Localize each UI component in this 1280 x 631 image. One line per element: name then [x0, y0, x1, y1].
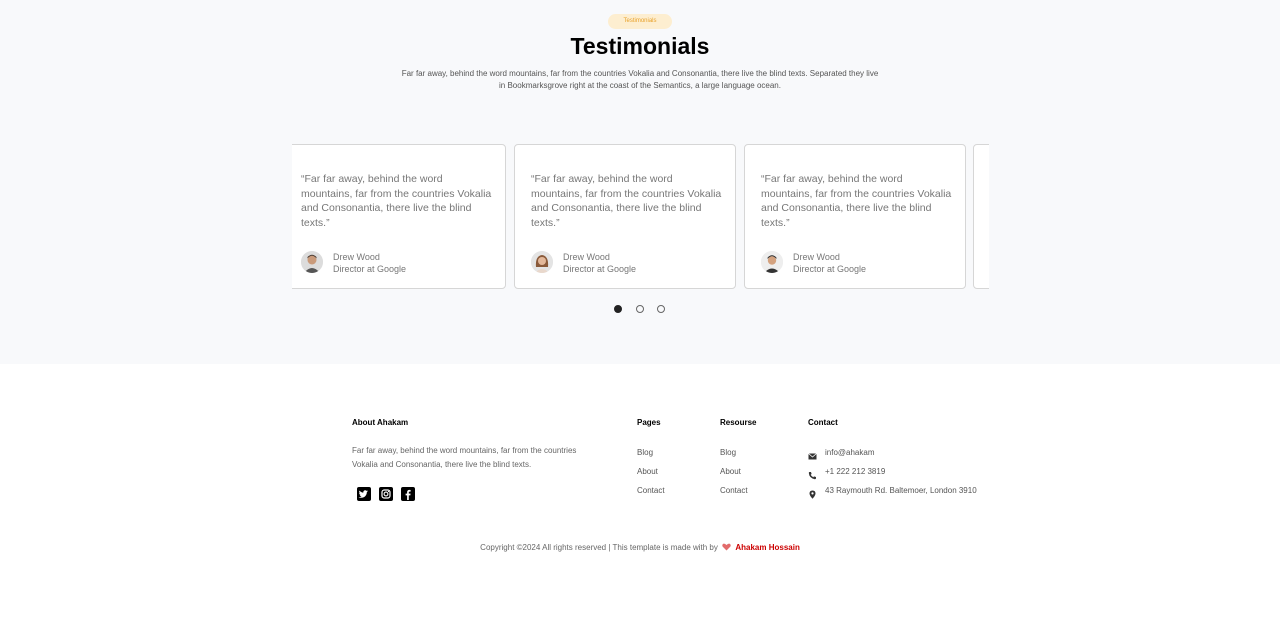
pages-link-blog[interactable]: Blog [637, 448, 653, 457]
resources-link-blog[interactable]: Blog [720, 448, 736, 457]
resources-heading: Resourse [720, 418, 757, 427]
testimonials-section: Testimonials Testimonials Far far away, … [0, 0, 1280, 364]
pages-link-about[interactable]: About [637, 467, 658, 476]
pagination-dot-1[interactable] [614, 305, 622, 313]
contact-phone[interactable]: +1 222 212 3819 [825, 467, 885, 476]
twitter-icon[interactable] [357, 487, 371, 501]
phone-icon [808, 467, 817, 480]
map-marker-icon [808, 486, 817, 499]
about-heading: About Ahakam [352, 418, 409, 427]
facebook-icon[interactable] [401, 487, 415, 501]
author-name: Drew Wood [793, 252, 840, 262]
pages-link-contact[interactable]: Contact [637, 486, 665, 495]
author-name: Drew Wood [563, 252, 610, 262]
section-title: Testimonials [570, 33, 710, 59]
copyright-text: Copyright ©2024 All rights reserved | Th… [480, 543, 718, 552]
testimonial-carousel[interactable]: “Far far away, behind the word mountains… [292, 144, 989, 292]
resources-link-about[interactable]: About [720, 467, 741, 476]
testimonial-quote: “Far far away, behind the word mountains… [761, 173, 952, 229]
author-link[interactable]: Ahakam Hossain [735, 543, 799, 552]
heart-icon [722, 543, 731, 553]
author-role: Director at Google [333, 264, 407, 274]
author-avatar [761, 251, 783, 273]
author-role: Director at Google [563, 264, 637, 274]
testimonial-card: “Far far away, behind the word mountains… [744, 144, 966, 289]
instagram-icon[interactable] [379, 487, 393, 501]
author-name: Drew Wood [333, 252, 380, 262]
resources-link-contact[interactable]: Contact [720, 486, 748, 495]
contact-email[interactable]: info@ahakam [825, 448, 874, 457]
testimonial-card: “Far far away, behind the word mountains… [514, 144, 736, 289]
testimonial-quote: “Far far away, behind the word mountains… [301, 173, 492, 229]
contact-heading: Contact [808, 418, 838, 427]
contact-address: 43 Raymouth Rd. Baltemoer, London 3910 [825, 486, 977, 495]
author-role: Director at Google [793, 264, 867, 274]
section-description: Far far away, behind the word mountains,… [401, 69, 879, 90]
testimonial-quote: “Far far away, behind the word mountains… [531, 173, 722, 229]
testimonial-card: “Far far away, behind the word mountains… [292, 144, 506, 289]
copyright: Copyright ©2024 All rights reserved | Th… [0, 543, 1280, 553]
pages-heading: Pages [637, 418, 661, 427]
testimonial-card [973, 144, 989, 289]
section-badge: Testimonials [608, 14, 672, 29]
pagination-dot-3[interactable] [657, 305, 665, 313]
about-text: Far far away, behind the word mountains,… [352, 446, 577, 469]
author-avatar [531, 251, 553, 273]
pagination-dot-2[interactable] [636, 305, 644, 313]
envelope-icon [808, 448, 817, 460]
author-avatar [301, 251, 323, 273]
